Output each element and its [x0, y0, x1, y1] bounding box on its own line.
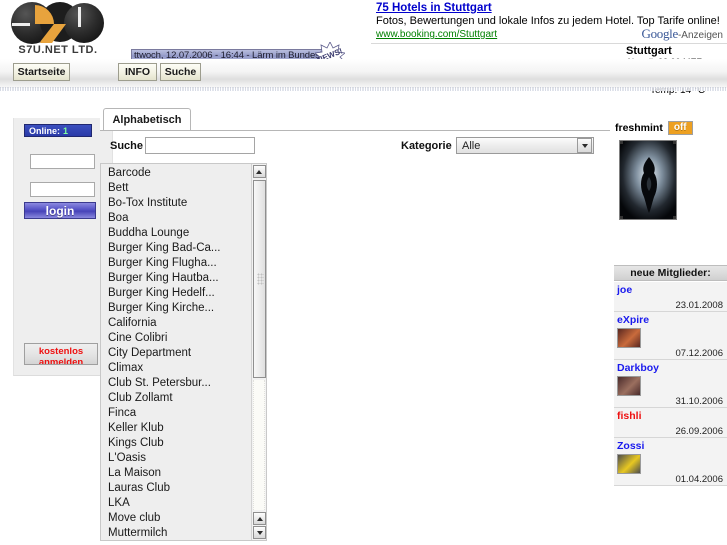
member-entry[interactable]: fishli 26.09.2006	[614, 408, 727, 438]
member-entry[interactable]: Zossi 01.04.2006	[614, 438, 727, 486]
tab-strip: Alphabetisch	[100, 108, 610, 131]
list-item[interactable]: Buddha Lounge	[108, 226, 251, 241]
username-input[interactable]	[30, 154, 95, 169]
member-join-date: 23.01.2008	[614, 300, 727, 312]
list-item[interactable]: Burger King Bad-Ca...	[108, 241, 251, 256]
list-item[interactable]: City Department	[108, 346, 251, 361]
list-item[interactable]: Finca	[108, 406, 251, 421]
member-entry[interactable]: eXpire 07.12.2006	[614, 312, 727, 360]
featured-profile-header: freshmint off	[615, 121, 726, 135]
main-navigation: Startseite INFO Suche	[0, 59, 727, 88]
login-button[interactable]: login	[24, 202, 96, 219]
online-label: Online:	[29, 126, 60, 136]
page-scroll-up-button[interactable]	[253, 512, 266, 525]
list-item[interactable]: Barcode	[108, 166, 251, 181]
scrollbar-grip	[257, 273, 264, 285]
google-ads-suffix: -Anzeigen	[678, 30, 723, 41]
member-name[interactable]: fishli	[614, 408, 727, 423]
status-badge: off	[668, 121, 693, 135]
list-item[interactable]: LKA	[108, 496, 251, 511]
venue-listbox[interactable]: BarcodeBettBo-Tox InstituteBoaBuddha Lou…	[100, 163, 267, 541]
avatar[interactable]	[617, 376, 641, 396]
online-count: 1	[63, 126, 68, 136]
list-item[interactable]: L'Oasis	[108, 451, 251, 466]
venue-list: BarcodeBettBo-Tox InstituteBoaBuddha Lou…	[101, 164, 251, 540]
scrollbar-track[interactable]	[253, 380, 265, 510]
online-counter-badge: Online: 1	[24, 124, 92, 137]
list-item[interactable]: Move club	[108, 511, 251, 526]
decorative-divider	[0, 87, 727, 91]
list-item[interactable]: Burger King Hautba...	[108, 271, 251, 286]
member-name[interactable]: Zossi	[614, 438, 727, 453]
search-filter-row: Suche Kategorie Alle	[100, 136, 610, 160]
site-logo[interactable]: S7U.NET LTD.	[2, 1, 114, 57]
ad-url-link[interactable]: www.booking.com/Stuttgart	[376, 29, 497, 41]
avatar[interactable]	[617, 454, 641, 474]
scroll-down-button[interactable]	[253, 526, 266, 539]
list-item[interactable]: Lauras Club	[108, 481, 251, 496]
list-item[interactable]: Burger King Kirche...	[108, 301, 251, 316]
list-item[interactable]: Club St. Petersbur...	[108, 376, 251, 391]
list-item[interactable]: Boa	[108, 211, 251, 226]
list-item[interactable]: Keller Klub	[108, 421, 251, 436]
category-selected-value: Alle	[457, 140, 577, 152]
venue-list-scrollbar[interactable]	[251, 164, 266, 540]
signup-button[interactable]: kostenlos anmelden	[24, 343, 98, 365]
avatar[interactable]	[617, 328, 641, 348]
list-item[interactable]: Club Zollamt	[108, 391, 251, 406]
google-ads-brand: Google-Anzeigen	[641, 26, 723, 42]
member-join-date: 01.04.2006	[614, 474, 727, 486]
featured-profile-name[interactable]: freshmint	[615, 122, 663, 134]
category-label: Kategorie	[401, 140, 452, 152]
tab-alphabetisch[interactable]: Alphabetisch	[103, 108, 191, 130]
category-select[interactable]: Alle	[456, 137, 594, 154]
list-item[interactable]: Climax	[108, 361, 251, 376]
password-input[interactable]	[30, 182, 95, 197]
scroll-up-button[interactable]	[253, 165, 266, 178]
list-item[interactable]: Bett	[108, 181, 251, 196]
google-wordmark: Google	[641, 26, 677, 41]
nav-suche[interactable]: Suche	[160, 63, 201, 81]
ad-title-link[interactable]: 75 Hotels in Stuttgart	[376, 2, 492, 15]
scroll-bottom-buttons	[252, 511, 267, 539]
member-name[interactable]: eXpire	[614, 312, 727, 327]
svg-text:S7U.NET LTD.: S7U.NET LTD.	[18, 44, 97, 56]
signup-label-line2: anmelden	[25, 357, 97, 365]
right-sidebar: freshmint off	[614, 118, 727, 545]
page-root: S7U.NET LTD. 75 Hotels in Stuttgart Foto…	[0, 0, 727, 545]
chevron-down-icon[interactable]	[577, 138, 592, 153]
member-name[interactable]: joe	[614, 282, 727, 297]
list-item[interactable]: Cine Colibri	[108, 331, 251, 346]
weather-city: Stuttgart	[626, 45, 727, 57]
search-input[interactable]	[145, 137, 255, 154]
google-ad-block: 75 Hotels in Stuttgart Fotos, Bewertunge…	[371, 0, 727, 44]
nav-startseite[interactable]: Startseite	[13, 63, 70, 81]
list-item[interactable]: Burger King Flugha...	[108, 256, 251, 271]
member-join-date: 07.12.2006	[614, 348, 727, 360]
list-item[interactable]: Muttermilch	[108, 526, 251, 541]
member-entry[interactable]: joe 23.01.2008	[614, 282, 727, 312]
member-join-date: 31.10.2006	[614, 396, 727, 408]
site-header: S7U.NET LTD. 75 Hotels in Stuttgart Foto…	[0, 0, 727, 60]
new-members-header: neue Mitglieder:	[614, 265, 727, 281]
nav-info[interactable]: INFO	[118, 63, 157, 81]
signup-label-line1: kostenlos	[25, 346, 97, 357]
list-item[interactable]: Kings Club	[108, 436, 251, 451]
featured-profile-image[interactable]	[619, 140, 677, 220]
list-item[interactable]: California	[108, 316, 251, 331]
member-name[interactable]: Darkboy	[614, 360, 727, 375]
member-join-date: 26.09.2006	[614, 426, 727, 438]
list-item[interactable]: Bo-Tox Institute	[108, 196, 251, 211]
list-item[interactable]: Burger King Hedelf...	[108, 286, 251, 301]
member-entry[interactable]: Darkboy 31.10.2006	[614, 360, 727, 408]
search-label: Suche	[110, 140, 143, 152]
list-item[interactable]: La Maison	[108, 466, 251, 481]
scrollbar-thumb[interactable]	[253, 180, 266, 378]
